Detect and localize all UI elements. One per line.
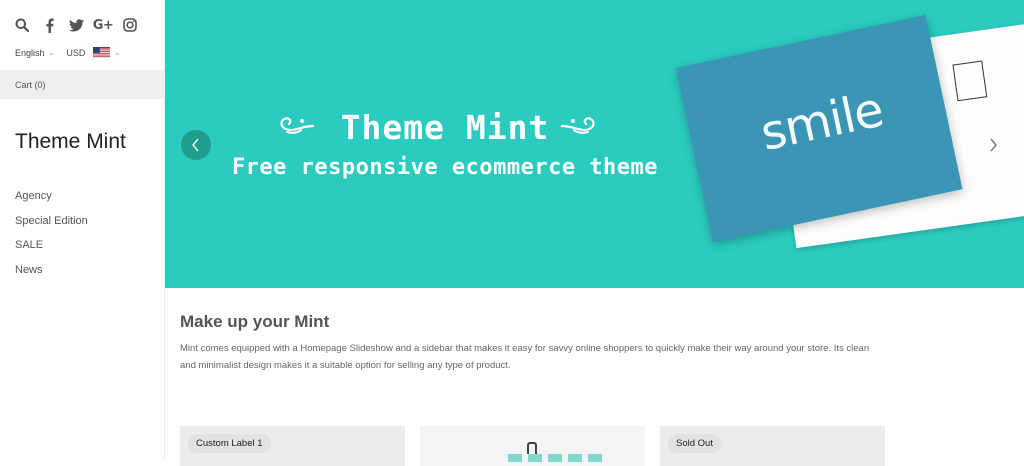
search-icon[interactable] [14, 17, 30, 33]
cart-link[interactable]: Cart (0) [0, 70, 165, 99]
about-description: Mint comes equipped with a Homepage Slid… [180, 343, 870, 371]
nav-item-agency[interactable]: Agency [15, 190, 88, 215]
language-selector[interactable]: English ⌄ [15, 48, 54, 58]
product-badge: Custom Label 1 [188, 434, 271, 453]
product-card[interactable] [420, 426, 645, 466]
slideshow-next-button[interactable] [978, 130, 1008, 160]
sidebar: G+ English ⌄ USD ⌄ Cart (0) Theme Mint A… [0, 0, 165, 459]
currency-value: USD [66, 47, 86, 58]
nav-item-news[interactable]: News [15, 264, 88, 289]
chevron-right-icon [990, 138, 997, 152]
shop-title[interactable]: Theme Mint [15, 130, 126, 154]
slide-subheadline: Free responsive ecommerce theme [231, 155, 659, 180]
nav-item-sale[interactable]: SALE [15, 239, 88, 264]
slideshow-prev-button[interactable] [181, 130, 211, 160]
product-card[interactable]: Sold Out [660, 426, 885, 466]
chevron-down-icon: ⌄ [48, 50, 55, 57]
product-card[interactable]: Custom Label 1 [180, 426, 405, 466]
twitter-icon[interactable] [68, 17, 84, 33]
chevron-left-icon [192, 138, 199, 152]
sidebar-nav: Agency Special Edition SALE News [15, 190, 88, 288]
header-icons: G+ [14, 17, 138, 33]
currency-selector[interactable]: USD ⌄ [66, 47, 120, 58]
about-heading: Make up your Mint [180, 312, 330, 331]
google-plus-icon[interactable]: G+ [93, 17, 114, 33]
sold-out-badge: Sold Out [668, 434, 721, 453]
homepage-slideshow: Theme Mint Free responsive ecommerce the… [165, 0, 1024, 288]
product-image [420, 454, 645, 466]
stamp-icon [952, 60, 988, 102]
chevron-down-icon: ⌄ [114, 50, 121, 57]
facebook-icon[interactable] [41, 17, 57, 33]
binder-clip-icon [527, 442, 537, 454]
right-flourish-icon [560, 117, 595, 134]
postcard-word: smile [755, 81, 888, 163]
nav-item-special-edition[interactable]: Special Edition [15, 215, 88, 240]
us-flag-icon [93, 47, 111, 58]
locale-selectors: English ⌄ USD ⌄ [15, 47, 120, 58]
language-value: English [15, 47, 45, 58]
slide-headline: Theme Mint [340, 108, 550, 147]
instagram-icon[interactable] [122, 17, 138, 33]
